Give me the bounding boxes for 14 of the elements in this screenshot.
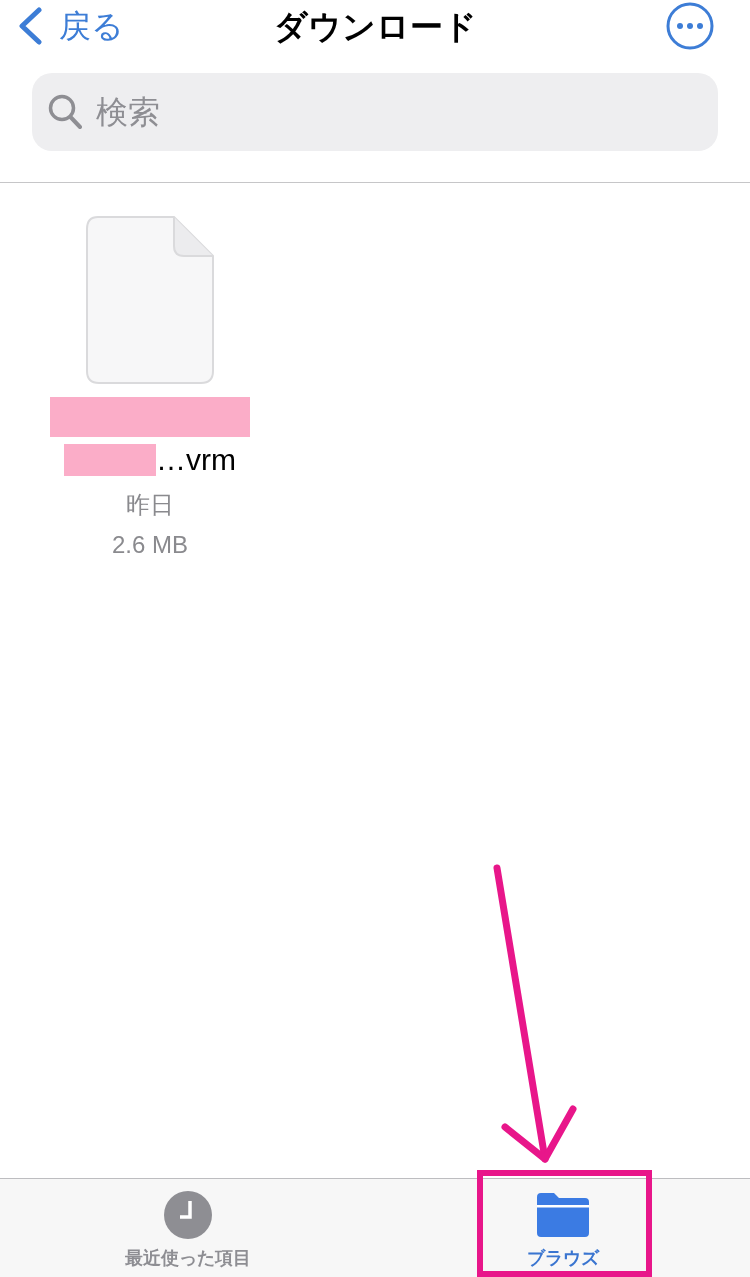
clock-icon [163, 1191, 212, 1239]
screen-title: ダウンロード [273, 9, 477, 43]
search-field[interactable]: 検索 [32, 73, 718, 151]
tab-item[interactable]: ブラウズ [375, 1179, 750, 1277]
more-button[interactable] [666, 2, 714, 50]
folder-icon [536, 1193, 589, 1237]
search-icon [48, 94, 82, 130]
back-button[interactable]: 戻る [18, 7, 124, 45]
file-size: 2.6 MB [112, 531, 188, 559]
more-icon [666, 2, 714, 50]
chevron-left-icon [18, 7, 42, 45]
file-name: …vrm [156, 443, 236, 477]
file-date: 昨日 [126, 491, 174, 519]
tab-item[interactable]: 最近使った項目 [0, 1179, 375, 1277]
